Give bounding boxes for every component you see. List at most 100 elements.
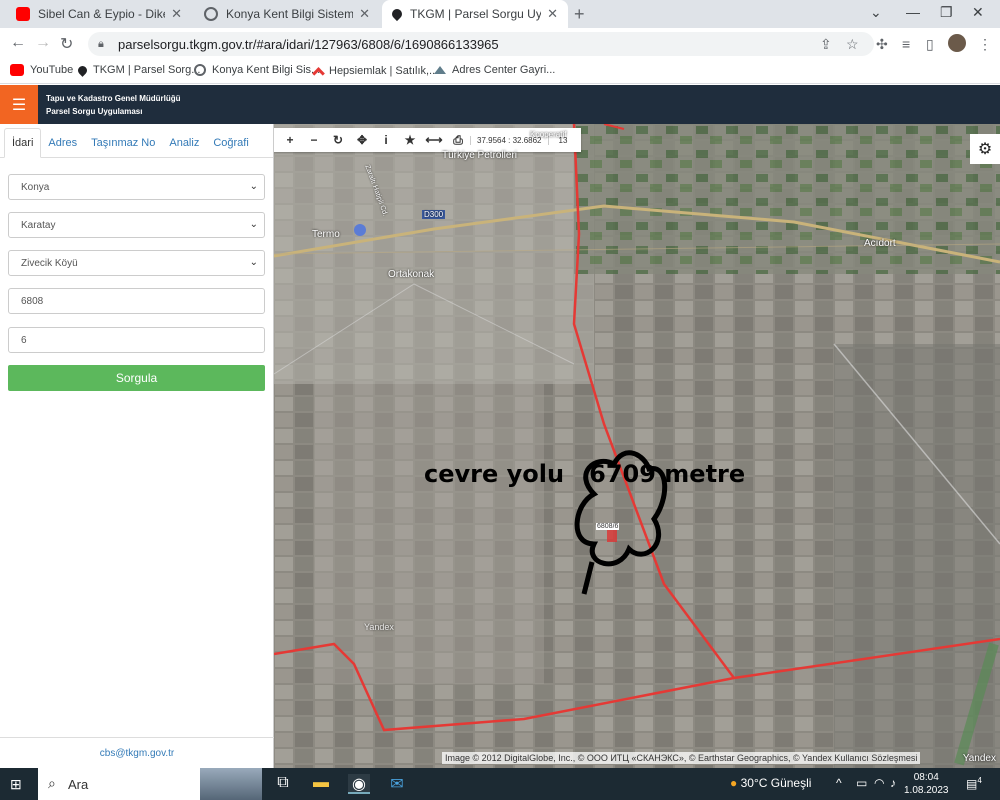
url-field[interactable]: 🔒︎ parselsorgu.tkgm.gov.tr/#ara/idari/12… bbox=[88, 32, 874, 56]
avatar[interactable] bbox=[948, 34, 966, 52]
browser-tab-bar: Sibel Can & Eypio - Diken Mi ✕ Konya Ken… bbox=[0, 0, 1000, 28]
url-text: parselsorgu.tkgm.gov.tr/#ara/idari/12796… bbox=[118, 36, 499, 52]
close-icon[interactable]: ✕ bbox=[547, 6, 558, 22]
clock-date: 1.08.2023 bbox=[904, 785, 949, 796]
map-pin-icon bbox=[354, 224, 366, 236]
block-input[interactable]: 6808 bbox=[8, 288, 265, 314]
tab-search-icon[interactable]: ⌄ bbox=[870, 4, 882, 21]
map-pin-icon bbox=[76, 63, 89, 77]
map-watermark-yandex: Yandex bbox=[364, 622, 394, 632]
district-select[interactable]: Karatay ⌄ bbox=[8, 212, 265, 238]
chrome-icon[interactable]: ◉ bbox=[348, 774, 370, 794]
zoom-out-button[interactable]: − bbox=[302, 133, 326, 147]
parcel-label: 6808/6 bbox=[596, 523, 620, 530]
clock[interactable]: 08:04 1.08.2023 bbox=[904, 771, 949, 797]
side-panel-icon[interactable]: ▯ bbox=[926, 36, 934, 53]
contact-email-link[interactable]: cbs@tkgm.gov.tr bbox=[0, 737, 274, 768]
media-icon[interactable]: ≡ bbox=[902, 36, 910, 52]
road-shield-d300: D300 bbox=[422, 210, 446, 219]
volume-icon[interactable]: ♪ bbox=[890, 776, 896, 790]
measure-icon[interactable]: ⟷ bbox=[422, 133, 446, 147]
tab-label: Konya Kent Bilgi Sistemi bbox=[226, 7, 354, 21]
maximize-button[interactable]: ❐ bbox=[940, 4, 953, 21]
meet-icon[interactable]: ▭ bbox=[856, 776, 867, 790]
parcel-input[interactable]: 6 bbox=[8, 327, 265, 353]
tab-analiz[interactable]: Analiz bbox=[162, 129, 206, 157]
wifi-icon[interactable]: ◠ bbox=[874, 776, 884, 790]
bookmark-youtube[interactable]: YouTube bbox=[10, 64, 73, 76]
locate-icon[interactable]: ✥ bbox=[350, 133, 374, 147]
app-title: Tapu ve Kadastro Genel Müdürlüğü Parsel … bbox=[46, 92, 181, 118]
tab-tkgm[interactable]: TKGM | Parsel Sorgu Uygulaması ✕ bbox=[382, 0, 568, 28]
close-icon[interactable]: ✕ bbox=[359, 6, 370, 22]
file-explorer-icon[interactable]: ▬ bbox=[310, 774, 332, 794]
gear-icon[interactable]: ⚙ bbox=[970, 134, 1000, 164]
extensions-icon[interactable]: ✣ bbox=[876, 36, 888, 53]
bookmark-star-icon[interactable]: ☆ bbox=[846, 36, 859, 53]
block-value: 6808 bbox=[21, 295, 44, 307]
notification-count: 4 bbox=[977, 776, 982, 785]
info-icon[interactable]: i bbox=[374, 133, 398, 147]
chevron-down-icon: ⌄ bbox=[249, 219, 258, 230]
zoom-in-button[interactable]: + bbox=[278, 133, 302, 147]
new-tab-button[interactable]: + bbox=[574, 4, 585, 25]
taskbar-search[interactable]: ⌕ Ara bbox=[38, 768, 262, 800]
tab-konya-kent[interactable]: Konya Kent Bilgi Sistemi ✕ bbox=[194, 0, 380, 28]
bookmarks-bar: YouTube TKGM | Parsel Sorg... Konya Kent… bbox=[0, 60, 1000, 84]
tab-youtube[interactable]: Sibel Can & Eypio - Diken Mi ✕ bbox=[6, 0, 192, 28]
parcel-value: 6 bbox=[21, 334, 27, 346]
province-select[interactable]: Konya ⌄ bbox=[8, 174, 265, 200]
map-view[interactable]: + − ↻ ✥ i ★ ⟷ ⎙ 37.9564 : 32.6862 13 ⚙ T… bbox=[274, 124, 1000, 768]
map-label-termo: Termo bbox=[312, 229, 340, 240]
yandex-logo: Yandex bbox=[962, 753, 996, 764]
youtube-icon bbox=[16, 7, 30, 21]
province-value: Konya bbox=[21, 181, 50, 193]
bookmark-adres-center[interactable]: Adres Center Gayri... bbox=[434, 64, 555, 76]
chevron-up-icon[interactable]: ^ bbox=[836, 776, 842, 790]
mail-icon[interactable]: ✉ bbox=[386, 774, 408, 794]
tab-adres[interactable]: Adres bbox=[41, 129, 84, 157]
sun-icon: ● bbox=[730, 776, 738, 790]
tab-cografi[interactable]: Coğrafi bbox=[206, 129, 255, 157]
weather-widget[interactable]: ● 30°C Güneşli bbox=[730, 776, 811, 790]
chevron-down-icon: ⌄ bbox=[249, 181, 258, 192]
neighborhood-select[interactable]: Zivecik Köyü ⌄ bbox=[8, 250, 265, 276]
hamburger-menu-button[interactable]: ☰ bbox=[0, 85, 38, 124]
bookmark-konya-kent[interactable]: Konya Kent Bilgi Sis... bbox=[194, 64, 320, 76]
forward-button[interactable]: → bbox=[35, 34, 51, 52]
refresh-icon[interactable]: ↻ bbox=[326, 133, 350, 147]
windows-start-icon[interactable]: ⊞ bbox=[10, 776, 22, 793]
adres-center-icon bbox=[434, 66, 446, 74]
search-highlight-image bbox=[200, 768, 262, 800]
task-view-icon[interactable]: ⧉ bbox=[272, 774, 294, 794]
back-button[interactable]: ← bbox=[10, 34, 26, 52]
tab-idari[interactable]: İdari bbox=[4, 128, 42, 158]
menu-icon[interactable]: ⋮ bbox=[978, 36, 992, 53]
map-pin-icon bbox=[389, 6, 405, 22]
notification-icon[interactable]: ▤4 bbox=[966, 776, 982, 791]
query-sidebar: İdari Adres Taşınmaz No Analiz Coğrafi K… bbox=[0, 124, 274, 768]
bookmark-label: Konya Kent Bilgi Sis... bbox=[212, 64, 321, 76]
bookmark-label: Hepsiemlak | Satılık,... bbox=[329, 65, 439, 77]
close-icon[interactable]: ✕ bbox=[171, 6, 182, 22]
close-window-button[interactable]: ✕ bbox=[972, 4, 984, 21]
sorgula-button[interactable]: Sorgula bbox=[8, 365, 265, 391]
bookmark-hepsiemlak[interactable]: Hepsiemlak | Satılık,... bbox=[312, 64, 439, 80]
neighborhood-value: Zivecik Köyü bbox=[21, 257, 78, 269]
star-icon[interactable]: ★ bbox=[398, 133, 422, 147]
district-value: Karatay bbox=[21, 219, 56, 231]
bookmark-tkgm[interactable]: TKGM | Parsel Sorg... bbox=[76, 63, 201, 77]
share-icon[interactable]: ⇪ bbox=[820, 36, 832, 53]
bookmark-label: TKGM | Parsel Sorg... bbox=[93, 64, 201, 76]
tab-tasinmaz-no[interactable]: Taşınmaz No bbox=[84, 129, 162, 157]
map-label-ortakonak: Ortakonak bbox=[388, 269, 435, 280]
print-icon[interactable]: ⎙ bbox=[446, 133, 470, 148]
hepsiemlak-icon bbox=[312, 67, 325, 80]
weather-text: 30°C Güneşli bbox=[740, 776, 812, 790]
search-icon: ⌕ bbox=[48, 775, 56, 791]
reload-button[interactable]: ↻ bbox=[60, 34, 73, 54]
minimize-button[interactable]: — bbox=[906, 4, 920, 20]
map-label-kooperatif: Kooperatif bbox=[530, 130, 567, 139]
satellite-imagery bbox=[274, 124, 1000, 768]
handwritten-annotation: cevre yolu 6709 metre bbox=[424, 460, 746, 488]
